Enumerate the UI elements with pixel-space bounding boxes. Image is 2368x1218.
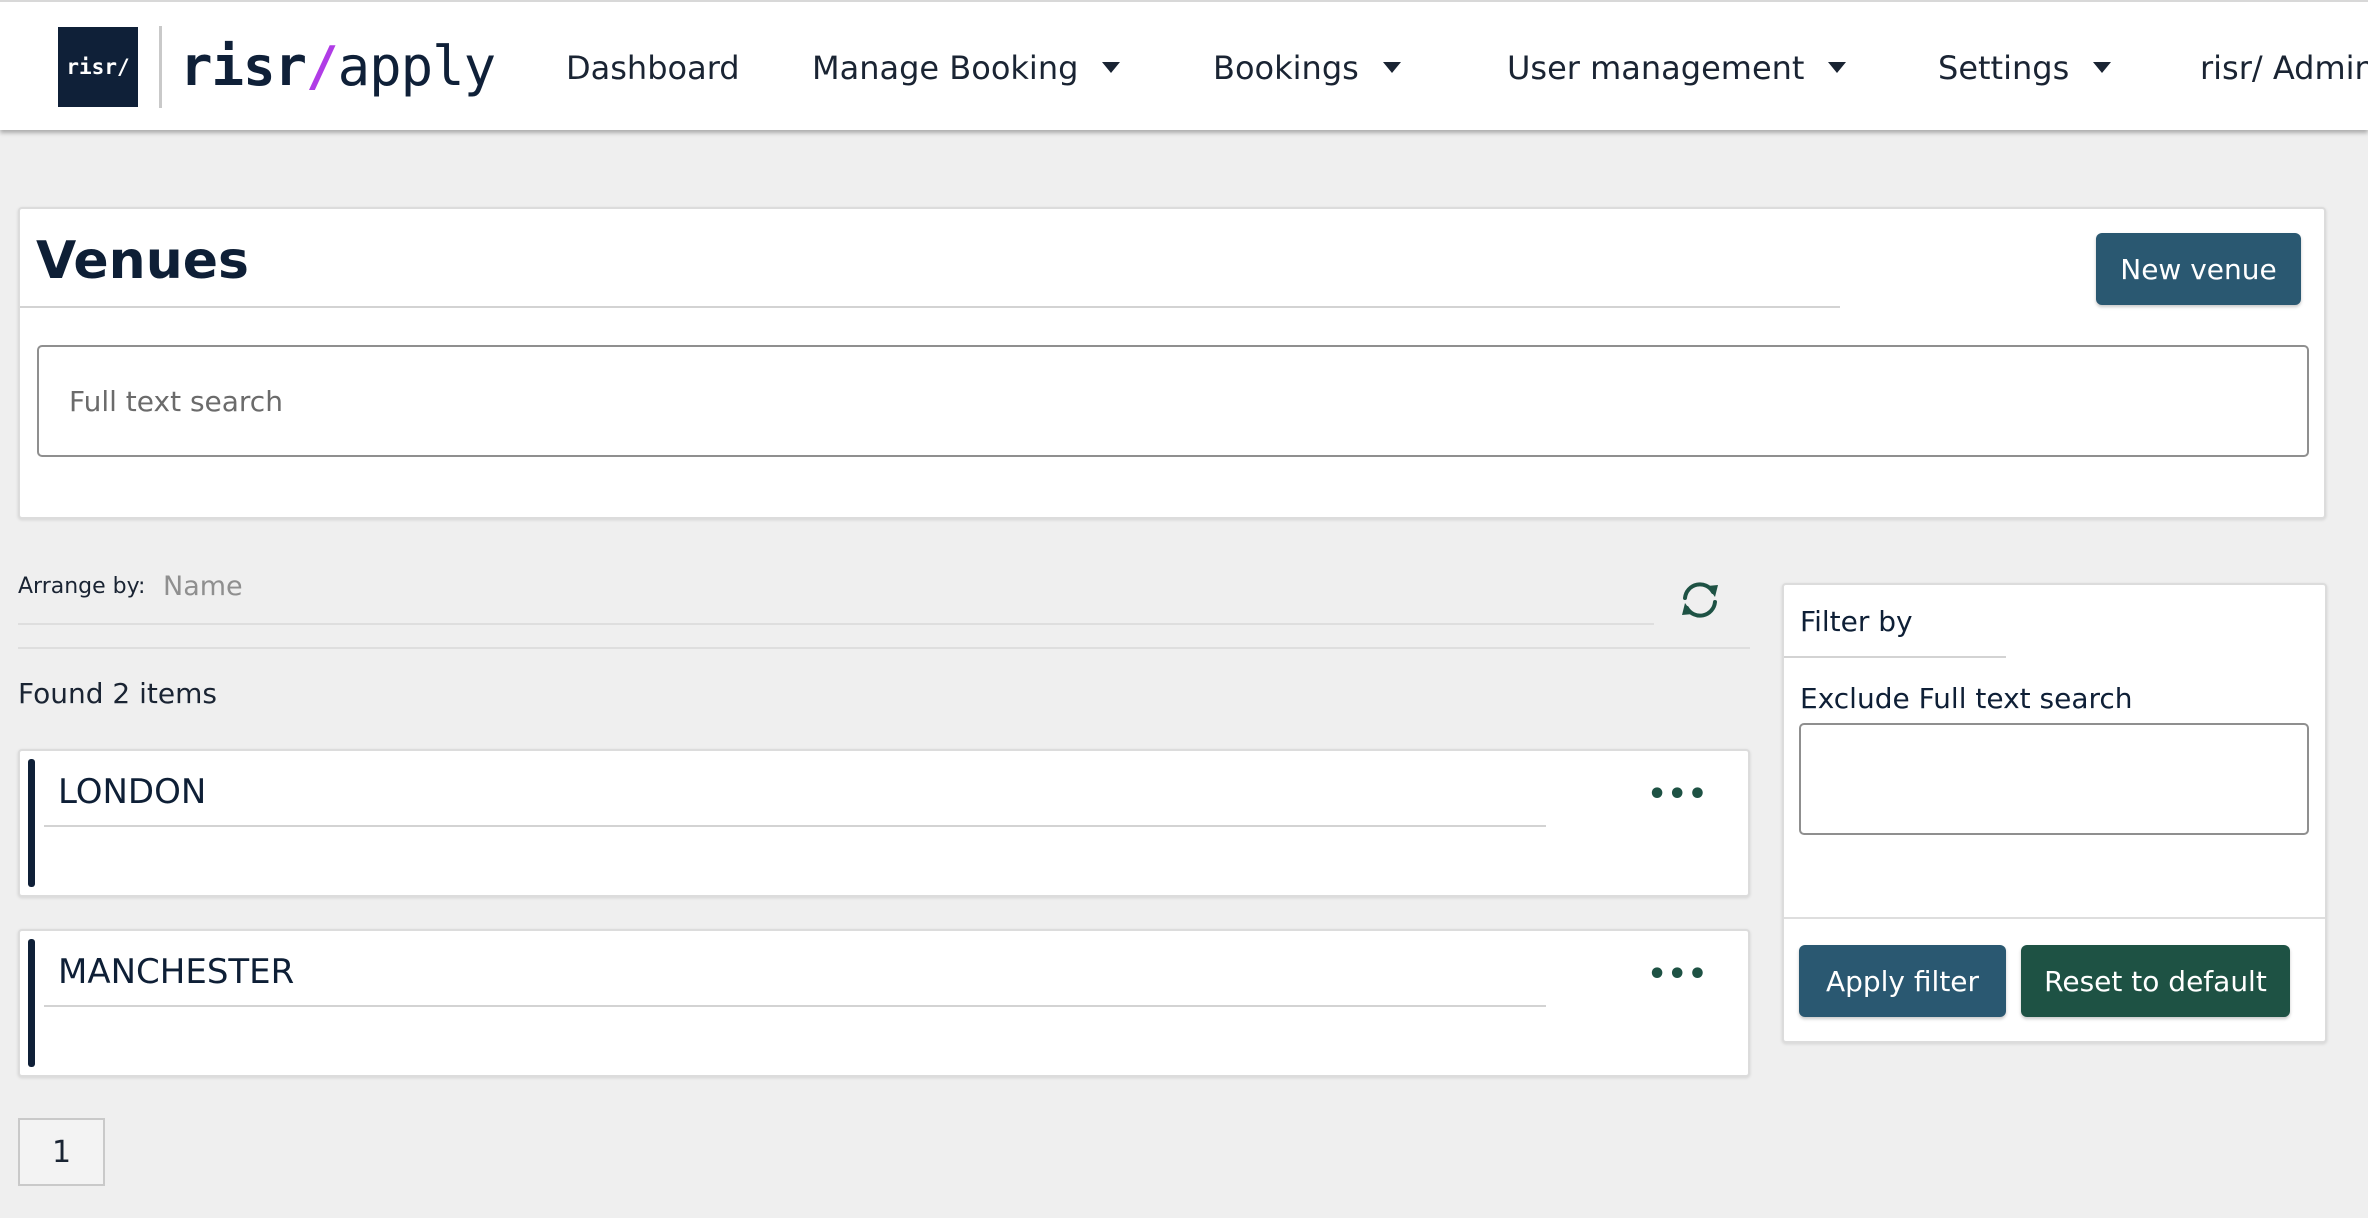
full-text-search-input[interactable]: [37, 345, 2309, 457]
venue-name[interactable]: MANCHESTER: [58, 949, 294, 995]
nav-user-menu[interactable]: risr/ Admin: [2200, 46, 2368, 90]
filter-title-divider: [1784, 656, 2006, 658]
nav-user-menu-label: risr/ Admin: [2200, 49, 2368, 87]
nav-dashboard-label: Dashboard: [566, 49, 740, 87]
venue-divider: [44, 825, 1546, 827]
results-count: Found 2 items: [18, 677, 217, 710]
logo-divider: [159, 26, 162, 108]
chevron-down-icon: [1102, 61, 1121, 73]
top-nav-bar: risr/ risr/apply Dashboard Manage Bookin…: [0, 0, 2368, 130]
nav-manage-booking-label: Manage Booking: [812, 49, 1079, 87]
pagination-page-1[interactable]: 1: [18, 1118, 105, 1186]
chevron-down-icon: [1382, 61, 1401, 73]
app-logo[interactable]: risr/apply: [180, 35, 497, 98]
logo-product: apply: [337, 35, 497, 98]
section-divider: [18, 647, 1750, 649]
nav-bookings-label: Bookings: [1213, 49, 1359, 87]
reset-to-default-button[interactable]: Reset to default: [2021, 945, 2290, 1017]
filter-divider: [1784, 917, 2325, 919]
exclude-search-label: Exclude Full text search: [1800, 682, 2133, 715]
title-divider: [20, 306, 1840, 308]
chevron-down-icon: [1828, 61, 1847, 73]
logo-slash: /: [306, 35, 339, 98]
venue-name[interactable]: LONDON: [58, 769, 206, 815]
chevron-down-icon: [2093, 61, 2112, 73]
arrange-by-select[interactable]: Name: [163, 570, 243, 604]
new-venue-button[interactable]: New venue: [2096, 233, 2301, 305]
venue-accent-bar: [28, 939, 35, 1067]
apply-filter-button[interactable]: Apply filter: [1799, 945, 2006, 1017]
refresh-icon[interactable]: [1676, 578, 1724, 622]
arrange-divider: [18, 623, 1654, 625]
more-options-icon[interactable]: •••: [1647, 780, 1708, 810]
nav-bookings[interactable]: Bookings: [1213, 46, 1401, 90]
page-title: Venues: [36, 231, 249, 291]
arrange-by-label: Arrange by:: [18, 574, 146, 599]
nav-user-management[interactable]: User management: [1507, 46, 1847, 90]
venue-divider: [44, 1005, 1546, 1007]
venue-accent-bar: [28, 759, 35, 887]
nav-manage-booking[interactable]: Manage Booking: [812, 46, 1121, 90]
risr-logo-box[interactable]: risr/: [58, 27, 138, 107]
nav-settings[interactable]: Settings: [1938, 46, 2112, 90]
exclude-search-input[interactable]: [1799, 723, 2309, 835]
nav-settings-label: Settings: [1938, 49, 2070, 87]
nav-user-management-label: User management: [1507, 49, 1805, 87]
nav-dashboard[interactable]: Dashboard: [566, 46, 740, 90]
list-item[interactable]: MANCHESTER •••: [18, 929, 1750, 1077]
more-options-icon[interactable]: •••: [1647, 960, 1708, 990]
filter-title: Filter by: [1800, 605, 1913, 638]
list-item[interactable]: LONDON •••: [18, 749, 1750, 897]
logo-brand: risr: [180, 35, 307, 98]
